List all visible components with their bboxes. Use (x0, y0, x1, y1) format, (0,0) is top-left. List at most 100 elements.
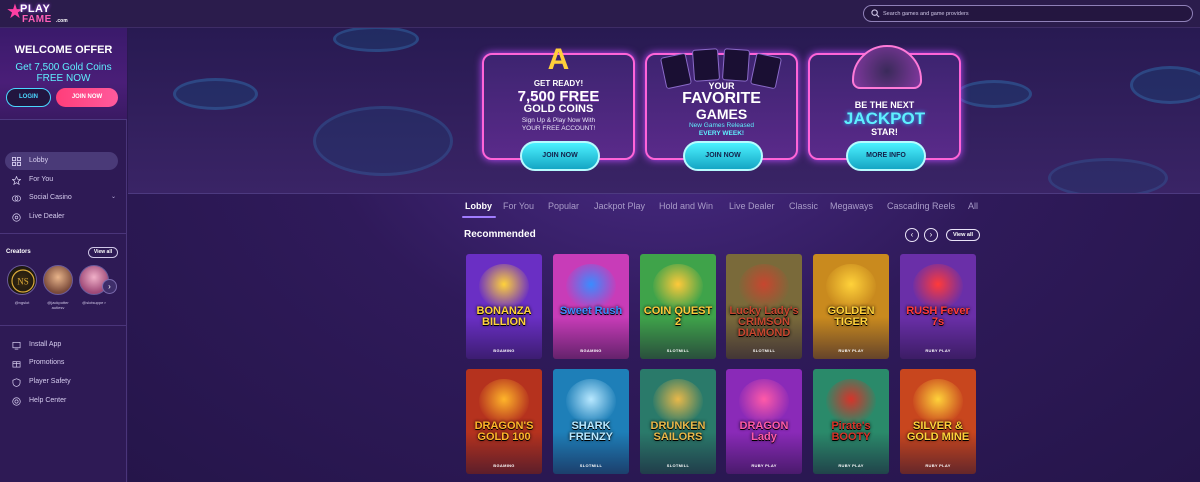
promo-line3: GAMES (695, 106, 748, 122)
game-provider: RUBY PLAY (925, 463, 951, 468)
tab-cascading-reels[interactable]: Cascading Reels (887, 201, 955, 211)
search-input[interactable] (883, 7, 1183, 20)
game-card[interactable]: GOLDEN TIGER RUBY PLAY (813, 254, 889, 359)
help-icon (12, 397, 21, 406)
game-art (479, 264, 529, 309)
logo[interactable]: ★ PLAY FAME .com (6, 2, 68, 26)
creator-name: @ngslot (14, 300, 30, 305)
game-card[interactable]: DRAGON Lady RUBY PLAY (726, 369, 802, 474)
game-card[interactable]: Lucky Lady's CRIMSON DIAMOND SLOTMILL (726, 254, 802, 359)
game-title: DRUNKEN SAILORS (650, 420, 706, 443)
sidebar-item-label: Live Dealer (29, 213, 65, 220)
game-title: RUSH Fever 7s (906, 305, 970, 328)
join-now-button[interactable]: JOIN NOW (56, 88, 118, 107)
sidebar-item-player-safety[interactable]: Player Safety (5, 373, 118, 391)
sidebar-item-promotions[interactable]: Promotions (5, 354, 118, 372)
game-title: BONANZA BILLION (476, 305, 532, 328)
sidebar-item-label: Lobby (29, 157, 49, 164)
promo-card-jackpot[interactable]: BE THE NEXT JACKPOT STAR! MORE INFO (808, 45, 961, 171)
recommended-view-all-button[interactable]: View all (946, 229, 980, 241)
star-icon (12, 176, 21, 185)
sidebar-item-label: Help Center (29, 397, 67, 404)
promo-line3: GOLD COINS (523, 103, 594, 115)
game-title: Lucky Lady's CRIMSON DIAMOND (729, 305, 799, 339)
promo-line4: Sign Up & Play Now With (521, 117, 596, 124)
join-now-button[interactable]: JOIN NOW (520, 141, 600, 171)
game-provider: SLOTMILL (579, 463, 603, 468)
welcome-offer: WELCOME OFFER Get 7,500 Gold Coins FREE … (0, 28, 127, 120)
wheel-icon (852, 45, 922, 89)
grid-icon (12, 157, 21, 166)
game-title: SHARK FRENZY (569, 420, 613, 443)
game-art (739, 379, 789, 424)
tab-megaways[interactable]: Megaways (830, 201, 873, 211)
sidebar-item-label: For You (29, 176, 54, 183)
join-now-button[interactable]: JOIN NOW (683, 141, 763, 171)
game-card[interactable]: Sweet Rush BGAMING (553, 254, 629, 359)
game-art (653, 264, 703, 309)
chevron-right-icon[interactable]: › (924, 228, 938, 242)
game-card[interactable]: BONANZA BILLION BGAMING (466, 254, 542, 359)
login-button[interactable]: LOGIN (6, 88, 51, 107)
chips-icon (12, 195, 21, 202)
promo-line5: EVERY WEEK! (698, 130, 745, 137)
offer-line2: FREE NOW (36, 73, 91, 84)
search-bar[interactable] (863, 5, 1193, 22)
game-art (566, 379, 616, 424)
game-provider: RUBY PLAY (925, 348, 951, 353)
tab-popular[interactable]: Popular (548, 201, 579, 211)
game-provider: SLOTMILL (666, 463, 690, 468)
game-provider: BGAMING (493, 463, 515, 468)
sidebar-item-for-you[interactable]: For You (5, 171, 118, 189)
sidebar-item-help-center[interactable]: Help Center (5, 392, 118, 410)
game-provider: SLOTMILL (666, 348, 690, 353)
game-card[interactable]: DRAGON'S GOLD 100 BGAMING (466, 369, 542, 474)
decor-chip (173, 78, 258, 110)
creators-view-all-button[interactable]: View all (88, 247, 118, 258)
game-art (479, 379, 529, 424)
sidebar-item-install-app[interactable]: Install App (5, 336, 118, 354)
game-card[interactable]: COIN QUEST 2 SLOTMILL (640, 254, 716, 359)
decor-chip (313, 106, 453, 176)
creator-avatar[interactable]: NS (7, 265, 37, 295)
game-card[interactable]: Pirate's BOOTY RUBY PLAY (813, 369, 889, 474)
sidebar-item-live-dealer[interactable]: Live Dealer (5, 208, 118, 226)
game-card[interactable]: SILVER & GOLD MINE RUBY PLAY (900, 369, 976, 474)
more-info-button[interactable]: MORE INFO (846, 141, 926, 171)
game-card[interactable]: RUSH Fever 7s RUBY PLAY (900, 254, 976, 359)
promo-line5: YOUR FREE ACCOUNT! (521, 125, 596, 132)
tab-jackpot-play[interactable]: Jackpot Play (594, 201, 645, 211)
game-card[interactable]: DRUNKEN SAILORS SLOTMILL (640, 369, 716, 474)
decor-chip (1130, 66, 1200, 104)
sidebar-item-lobby[interactable]: Lobby (5, 152, 118, 170)
promo-icon (12, 361, 21, 368)
recommended-title: Recommended (464, 229, 536, 240)
chevron-down-icon[interactable]: ⌄ (111, 193, 116, 200)
tab-all[interactable]: All (968, 201, 978, 211)
promo-card-favorite-games[interactable]: YOUR FAVORITE GAMES New Games Released E… (645, 48, 798, 171)
game-art (566, 264, 616, 309)
creator-avatar[interactable] (43, 265, 73, 295)
hero-banner: A GET READY! 7,500 FREE GOLD COINS Sign … (128, 28, 1200, 194)
creators-title: Creators (6, 249, 31, 255)
game-provider: BGAMING (493, 348, 515, 353)
game-card[interactable]: SHARK FRENZY SLOTMILL (553, 369, 629, 474)
tab-for-you[interactable]: For You (503, 201, 534, 211)
offer-line1: Get 7,500 Gold Coins (15, 62, 112, 73)
game-title: DRAGON'S GOLD 100 (474, 420, 534, 443)
game-art (826, 264, 876, 309)
tab-classic[interactable]: Classic (789, 201, 818, 211)
tab-lobby[interactable]: Lobby (465, 201, 492, 211)
search-icon (871, 9, 880, 18)
promo-card-gold-coins[interactable]: A GET READY! 7,500 FREE GOLD COINS Sign … (482, 43, 635, 171)
game-provider: RUBY PLAY (751, 463, 777, 468)
sidebar-item-social-casino[interactable]: Social Casino ⌄ (5, 189, 118, 207)
game-title: COIN QUEST 2 (643, 305, 713, 328)
logo-suffix: .com (56, 18, 68, 24)
tab-hold-and-win[interactable]: Hold and Win (659, 201, 713, 211)
main-content: A GET READY! 7,500 FREE GOLD COINS Sign … (128, 28, 1200, 482)
chevron-right-icon[interactable]: › (102, 279, 117, 294)
chevron-left-icon[interactable]: ‹ (905, 228, 919, 242)
promo-line2: JACKPOT (843, 109, 926, 128)
tab-live-dealer[interactable]: Live Dealer (729, 201, 775, 211)
